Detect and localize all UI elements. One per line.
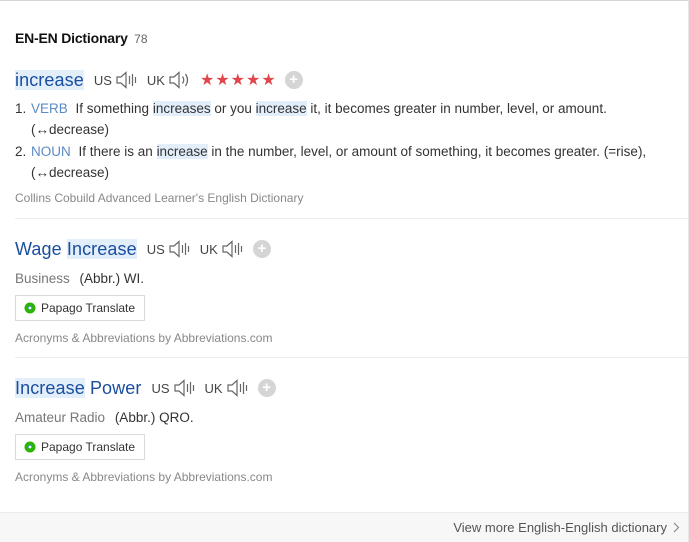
dictionary-source: Collins Cobuild Advanced Learner's Engli…	[15, 191, 304, 205]
headword-highlight: Increase	[15, 377, 85, 398]
entry-increase: increase US UK ★★★★★ + 1. VERB If someth…	[15, 68, 688, 205]
part-of-speech: VERB	[31, 101, 68, 116]
definition-number: 1.	[15, 101, 27, 116]
dictionary-source: Acronyms & Abbreviations by Abbreviation…	[15, 470, 273, 484]
chevron-right-icon	[673, 522, 680, 533]
speaker-icon[interactable]	[221, 240, 245, 258]
us-label: US	[93, 72, 112, 88]
headword-part: Wage	[15, 238, 67, 259]
definition-item: 2. NOUN If there is an increase in the n…	[15, 141, 675, 183]
view-more-link[interactable]: View more English-English dictionary	[453, 520, 680, 535]
speaker-icon[interactable]	[226, 379, 250, 397]
definition-text: If there is an increase in the number, l…	[31, 144, 646, 180]
papago-label: Papago Translate	[41, 301, 136, 315]
headword-link[interactable]: Wage Increase	[15, 238, 137, 260]
add-wordbook-button[interactable]: +	[284, 71, 303, 89]
definitions: 1. VERB If something increases or you in…	[15, 98, 688, 183]
definition-segment: or you	[210, 101, 256, 116]
section-header: EN-EN Dictionary 78	[15, 30, 148, 48]
pronunciation-uk[interactable]: UK	[200, 240, 245, 258]
result-count: 78	[134, 32, 148, 46]
definition-text: If something increases or you increase i…	[31, 101, 607, 137]
entry-headline: Increase Power US UK +	[15, 376, 688, 400]
keyword-highlight: increase	[156, 144, 208, 159]
plus-icon: +	[289, 71, 299, 88]
definition-segment: If there is an	[78, 144, 157, 159]
speaker-icon[interactable]	[168, 71, 192, 89]
definition-item: 1. VERB If something increases or you in…	[15, 98, 675, 140]
headword-highlight: increase	[15, 69, 84, 90]
uk-label: UK	[204, 380, 223, 396]
plus-icon: +	[257, 240, 267, 257]
footer-bar: View more English-English dictionary	[0, 512, 688, 542]
papago-logo-icon	[24, 441, 36, 453]
speaker-icon[interactable]	[173, 379, 197, 397]
field-label: Business	[15, 271, 70, 286]
add-wordbook-button[interactable]: +	[257, 379, 276, 397]
papago-translate-button[interactable]: Papago Translate	[15, 295, 146, 321]
pronunciation-uk[interactable]: UK	[147, 71, 192, 89]
entry-headline: increase US UK ★★★★★ +	[15, 68, 688, 92]
part-of-speech: NOUN	[31, 144, 71, 159]
pronunciation-us[interactable]: US	[151, 379, 196, 397]
frequency-stars: ★★★★★	[199, 72, 277, 89]
definition-number: 2.	[15, 144, 27, 159]
divider	[15, 357, 688, 358]
uk-label: UK	[146, 72, 165, 88]
pronunciation-uk[interactable]: UK	[205, 379, 250, 397]
headword-link[interactable]: Increase Power	[15, 377, 142, 399]
papago-label: Papago Translate	[41, 440, 136, 454]
pronunciation-us[interactable]: US	[94, 71, 139, 89]
entry-wage-increase: Wage Increase US UK + Business (Abbr.) W…	[15, 237, 688, 345]
dictionary-source: Acronyms & Abbreviations by Abbreviation…	[15, 331, 273, 345]
speaker-icon[interactable]	[115, 71, 139, 89]
keyword-highlight: increase	[255, 101, 307, 116]
plus-icon: +	[262, 379, 271, 396]
entry-increase-power: Increase Power US UK + Amateur Radio (Ab…	[15, 376, 688, 484]
headword-highlight: Increase	[66, 238, 137, 259]
abbreviation-line: Business (Abbr.) WI.	[15, 271, 688, 286]
section-title: EN-EN Dictionary	[15, 30, 128, 46]
uk-label: UK	[199, 241, 218, 257]
headword-link[interactable]: increase	[15, 69, 84, 91]
pronunciation-us[interactable]: US	[147, 240, 192, 258]
speaker-icon[interactable]	[168, 240, 192, 258]
headword-part: Power	[84, 377, 142, 398]
abbreviation-line: Amateur Radio (Abbr.) QRO.	[15, 410, 688, 425]
divider	[15, 218, 688, 219]
abbreviation-text: (Abbr.) QRO.	[114, 410, 194, 425]
keyword-highlight: increases	[152, 101, 211, 116]
view-more-label: View more English-English dictionary	[453, 520, 667, 535]
us-label: US	[151, 380, 170, 396]
papago-logo-icon	[24, 302, 36, 314]
add-wordbook-button[interactable]: +	[252, 240, 271, 258]
dictionary-panel: EN-EN Dictionary 78 increase US UK ★★★★★…	[0, 0, 689, 542]
papago-translate-button[interactable]: Papago Translate	[15, 434, 146, 460]
abbreviation-text: (Abbr.) WI.	[79, 271, 145, 286]
entry-headline: Wage Increase US UK +	[15, 237, 688, 261]
us-label: US	[146, 241, 165, 257]
field-label: Amateur Radio	[15, 410, 106, 425]
definition-segment: If something	[75, 101, 153, 116]
